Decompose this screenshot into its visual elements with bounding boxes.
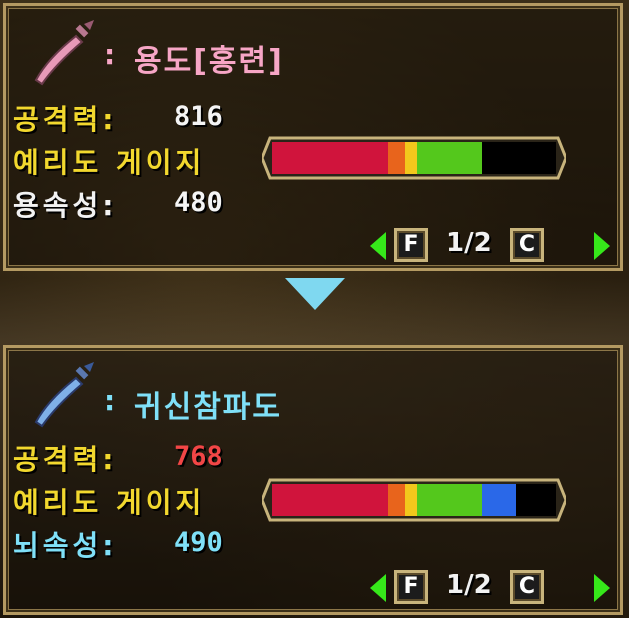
long-sword-pink-icon (34, 20, 94, 86)
sharpness-segment (482, 484, 517, 516)
current-weapon-name: 용도[홍련] (134, 44, 284, 79)
sharpness-gauge (262, 136, 566, 180)
current-weapon-panel: : 용도[홍련] 공격력: 816 예리도 게이지 용속성: 480 F 1/2… (3, 3, 623, 271)
attack-label: 공격력: (13, 443, 118, 476)
sharpness-segment (272, 484, 389, 516)
sharpness-segment (388, 142, 406, 174)
element-label: 뇌속성: (13, 529, 118, 562)
attack-value: 768 (174, 441, 223, 472)
sharpness-gauge (262, 478, 566, 522)
next-arrow-icon[interactable] (594, 232, 610, 260)
name-colon: : (104, 38, 116, 71)
sharpness-segment (416, 142, 483, 174)
element-label: 용속성: (13, 189, 118, 222)
page-indicator: 1/2 (446, 570, 492, 600)
sharpness-bar (272, 142, 556, 174)
sharpness-segment (388, 484, 406, 516)
sharpness-label: 예리도 게이지 (13, 486, 206, 519)
down-arrow-icon (285, 278, 345, 310)
long-sword-blue-icon (34, 362, 94, 428)
pager: F 1/2 C (370, 226, 610, 266)
candidate-weapon-name: 귀신참파도 (134, 390, 282, 425)
candidate-weapon-panel: : 귀신참파도 공격력: 768 예리도 게이지 뇌속성: 490 F 1/2 … (3, 345, 623, 615)
next-key-button[interactable]: C (510, 228, 544, 262)
sharpness-segment (272, 142, 389, 174)
sharpness-label: 예리도 게이지 (13, 146, 206, 179)
prev-arrow-icon[interactable] (370, 574, 386, 602)
attack-value: 816 (174, 101, 223, 132)
sharpness-segment (405, 484, 417, 516)
sharpness-bar (272, 484, 556, 516)
attack-label: 공격력: (13, 103, 118, 136)
prev-key-button[interactable]: F (394, 228, 428, 262)
pager: F 1/2 C (370, 568, 610, 608)
prev-key-button[interactable]: F (394, 570, 428, 604)
next-key-button[interactable]: C (510, 570, 544, 604)
element-value: 480 (174, 187, 223, 218)
element-value: 490 (174, 527, 223, 558)
sharpness-segment (416, 484, 483, 516)
page-indicator: 1/2 (446, 228, 492, 258)
prev-arrow-icon[interactable] (370, 232, 386, 260)
next-arrow-icon[interactable] (594, 574, 610, 602)
name-colon: : (104, 384, 116, 417)
sharpness-segment (405, 142, 417, 174)
